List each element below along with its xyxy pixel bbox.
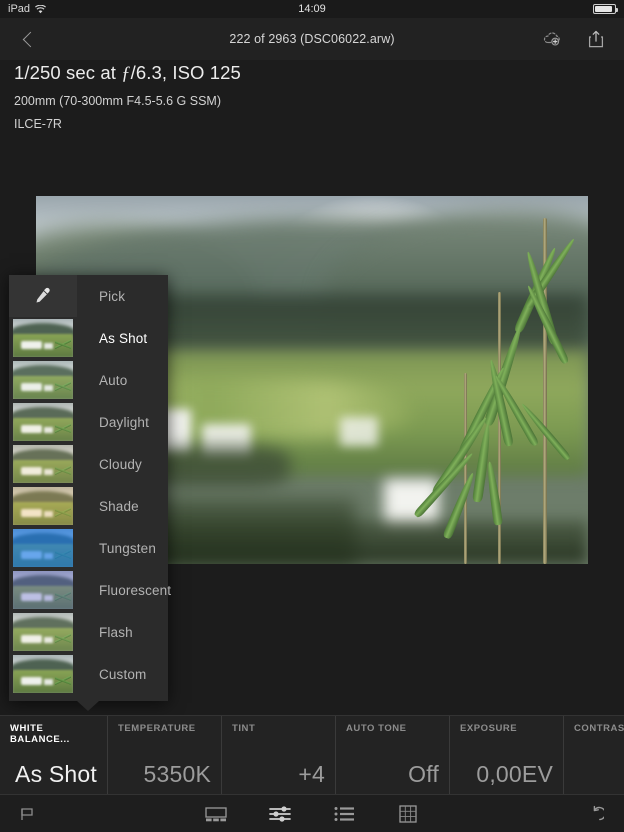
wb-option-pick[interactable]: Pick: [9, 275, 168, 317]
ios-status-bar: iPad 14:09: [0, 0, 624, 18]
toolbar-right: [582, 802, 624, 826]
wb-option-label: Shade: [99, 498, 139, 514]
sliders-icon: [269, 805, 291, 822]
wb-option-label: Cloudy: [99, 456, 142, 472]
chevron-left-icon: [22, 31, 38, 47]
nav-bar: 222 of 2963 (DSC06022.arw): [0, 18, 624, 60]
presets-button[interactable]: [331, 802, 357, 826]
adjustment-cell-white-balance[interactable]: WHITE BALANCE... As Shot: [0, 716, 108, 794]
filmstrip-icon: [205, 806, 227, 821]
battery-icon: [593, 4, 618, 14]
adjustment-label: WHITE BALANCE...: [10, 723, 70, 745]
adjustment-cell-tint[interactable]: TINT +4: [222, 716, 336, 794]
wb-option-label: Fluorescent: [99, 582, 172, 598]
metadata-camera: ILCE-7R: [14, 117, 62, 131]
foreground-plant: [400, 196, 588, 564]
filmstrip-button[interactable]: [203, 802, 229, 826]
metadata-lens: 200mm (70-300mm F4.5-5.6 G SSM): [14, 94, 222, 108]
undo-icon: [593, 805, 604, 820]
wb-option-label: Tungsten: [99, 540, 156, 556]
cloud-sync-button[interactable]: [540, 27, 564, 51]
wb-thumbnail: [9, 443, 77, 485]
wb-option-auto[interactable]: Auto: [9, 359, 168, 401]
undo-button[interactable]: [582, 802, 608, 826]
adjustment-label: AUTO TONE: [346, 723, 407, 734]
adjust-button[interactable]: [267, 802, 293, 826]
wb-option-shade[interactable]: Shade: [9, 485, 168, 527]
bottom-toolbar: [0, 795, 624, 832]
wb-option-label: As Shot: [99, 330, 148, 346]
crop-grid-icon: [399, 804, 417, 823]
adjustment-cell-temperature[interactable]: TEMPERATURE 5350K: [108, 716, 222, 794]
wb-thumbnail: [9, 359, 77, 401]
wb-option-fluorescent[interactable]: Fluorescent: [9, 569, 172, 611]
wb-option-label: Daylight: [99, 414, 149, 430]
wb-option-label: Flash: [99, 624, 133, 640]
nav-bar-actions: [540, 27, 624, 51]
adjustment-value: As Shot: [15, 761, 97, 787]
wb-option-tungsten[interactable]: Tungsten: [9, 527, 168, 569]
adjustment-label: TEMPERATURE: [118, 723, 196, 734]
adjustment-label: EXPOSURE: [460, 723, 518, 734]
back-button[interactable]: [0, 18, 56, 60]
share-button[interactable]: [584, 27, 608, 51]
aperture-f-glyph: ƒ: [121, 64, 131, 84]
wb-eyedropper-tile: [9, 275, 77, 317]
wb-option-label: Auto: [99, 372, 128, 388]
white-balance-popover: Pick As Shot Auto Daylight Cloudy Shade Tungst…: [9, 275, 172, 711]
wb-thumbnail: [9, 317, 77, 359]
adjustment-cell-auto-tone[interactable]: AUTO TONE Off: [336, 716, 450, 794]
wb-thumbnail: [9, 611, 77, 653]
photo-metadata: 1/250 sec at ƒ/6.3, ISO 125 200mm (70-30…: [14, 62, 241, 131]
wb-thumbnail: [9, 485, 77, 527]
wb-option-custom[interactable]: Custom: [9, 653, 168, 695]
wb-thumbnail: [9, 569, 77, 611]
wb-option-as-shot[interactable]: As Shot: [9, 317, 168, 359]
wb-thumbnail: [9, 527, 77, 569]
list-icon: [334, 806, 354, 821]
adjustment-value: Off: [408, 761, 439, 787]
share-up-icon: [588, 30, 604, 48]
eyedropper-icon: [36, 287, 50, 303]
wb-thumbnail: [9, 401, 77, 443]
wb-option-daylight[interactable]: Daylight: [9, 401, 168, 443]
adjustment-value: 5350K: [143, 761, 211, 787]
adjustment-value: +4: [298, 761, 325, 787]
adjustment-cell-exposure[interactable]: EXPOSURE 0,00EV: [450, 716, 564, 794]
adjustment-label: TINT: [232, 723, 256, 734]
adjustment-value: 0,00EV: [476, 761, 553, 787]
wb-option-label: Custom: [99, 666, 147, 682]
wb-option-cloudy[interactable]: Cloudy: [9, 443, 168, 485]
lightroom-mobile-editor: iPad 14:09 222 of 2963 (DSC06022.arw) 1/…: [0, 0, 624, 832]
toolbar-center: [0, 802, 624, 826]
metadata-exposure: 1/250 sec at ƒ/6.3, ISO 125: [14, 62, 241, 85]
status-bar-right: [593, 4, 618, 14]
wb-option-label: Pick: [99, 288, 126, 304]
metadata-exposure-prefix: 1/250 sec at: [14, 62, 122, 83]
metadata-exposure-suffix: /6.3, ISO 125: [130, 62, 241, 83]
adjustment-label: CONTRAST: [574, 723, 624, 734]
wb-option-flash[interactable]: Flash: [9, 611, 168, 653]
wb-thumbnail: [9, 653, 77, 695]
crop-button[interactable]: [395, 802, 421, 826]
status-bar-clock: 14:09: [298, 3, 326, 15]
cloud-sync-icon: [543, 32, 560, 46]
photo-title: 222 of 2963 (DSC06022.arw): [229, 32, 395, 46]
adjustment-cell-contrast[interactable]: CONTRAST: [564, 716, 624, 794]
adjustment-strip: WHITE BALANCE... As Shot TEMPERATURE 5350K T…: [0, 715, 624, 795]
